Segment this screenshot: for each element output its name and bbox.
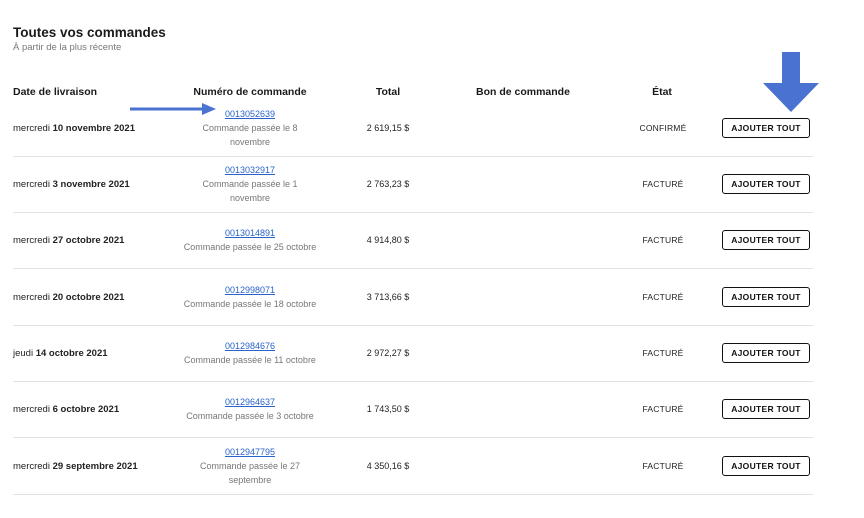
delivery-date: mercredi 3 novembre 2021 <box>13 156 130 212</box>
order-placed-text: Commande passée le 3 octobre <box>186 411 314 421</box>
order-total: 4 914,80 $ <box>366 235 410 245</box>
delivery-date-value: 10 novembre 2021 <box>52 122 135 134</box>
column-header-state: État <box>652 86 672 98</box>
order-number-cell: 0013032917 Commande passée le 1 novembre <box>170 156 330 212</box>
delivery-date-value: 3 novembre 2021 <box>52 178 130 190</box>
order-number-link[interactable]: 0013052639 <box>225 107 275 121</box>
order-state: FACTURÉ <box>642 235 684 245</box>
add-all-button[interactable]: AJOUTER TOUT <box>722 399 810 419</box>
order-placed-text-cont: septembre <box>228 475 272 485</box>
order-placed-text: Commande passée le 11 octobre <box>184 355 316 365</box>
order-state: FACTURÉ <box>642 179 684 189</box>
order-state: FACTURÉ <box>642 404 684 414</box>
column-header-total: Total <box>375 86 401 98</box>
table-row: mercredi 20 octobre 2021 0012998071 Comman… <box>13 269 813 326</box>
order-number-link[interactable]: 0012984676 <box>225 339 275 353</box>
delivery-date-value: 6 octobre 2021 <box>52 403 120 415</box>
add-all-button[interactable]: AJOUTER TOUT <box>722 230 810 250</box>
order-placed-text: Commande passée le 25 octobre <box>183 242 317 252</box>
order-number-cell: 0012998071 Commande passée le 18 octobre <box>170 269 330 325</box>
order-number-link[interactable]: 0012998071 <box>225 283 275 297</box>
delivery-date: jeudi 14 octobre 2021 <box>13 325 108 381</box>
delivery-day: mercredi <box>13 403 50 415</box>
order-number-link[interactable]: 0013014891 <box>225 226 275 240</box>
page-title: Toutes vos commandes <box>13 25 166 40</box>
order-number-cell: 0012964637 Commande passée le 3 octobre <box>170 381 330 437</box>
delivery-date: mercredi 20 octobre 2021 <box>13 269 124 325</box>
add-all-button[interactable]: AJOUTER TOUT <box>722 118 810 138</box>
delivery-date-value: 27 octobre 2021 <box>52 234 125 246</box>
column-header-date: Date de livraison <box>13 86 98 98</box>
column-header-number: Numéro de commande <box>193 86 307 98</box>
page-subtitle: À partir de la plus récente <box>13 42 122 53</box>
delivery-day: mercredi <box>13 122 50 134</box>
order-number-link[interactable]: 0012964637 <box>225 395 275 409</box>
order-number-link[interactable]: 0012947795 <box>225 445 275 459</box>
order-placed-text-cont: novembre <box>229 193 271 203</box>
add-all-button[interactable]: AJOUTER TOUT <box>722 287 810 307</box>
add-all-button[interactable]: AJOUTER TOUT <box>722 343 810 363</box>
order-total: 4 350,16 $ <box>366 461 410 471</box>
delivery-day: mercredi <box>13 460 50 472</box>
delivery-day: mercredi <box>13 291 50 303</box>
order-placed-text-cont: novembre <box>229 137 271 147</box>
order-number-cell: 0013014891 Commande passée le 25 octobre <box>170 212 330 268</box>
order-placed-text: Commande passée le 27 <box>199 461 301 471</box>
order-total: 2 619,15 $ <box>366 123 410 133</box>
add-all-button[interactable]: AJOUTER TOUT <box>722 456 810 476</box>
table-row: jeudi 14 octobre 2021 0012984676 Commande … <box>13 325 813 382</box>
order-placed-text: Commande passée le 8 <box>202 123 298 133</box>
table-row: mercredi 6 octobre 2021 0012964637 Command… <box>13 381 813 438</box>
order-number-link[interactable]: 0013032917 <box>225 163 275 177</box>
delivery-date: mercredi 29 septembre 2021 <box>13 438 138 494</box>
delivery-day: jeudi <box>13 347 34 359</box>
order-number-cell: 0012984676 Commande passée le 11 octobre <box>170 325 330 381</box>
column-header-po: Bon de commande <box>476 86 570 98</box>
order-placed-text: Commande passée le 1 <box>202 179 298 189</box>
order-total: 2 763,23 $ <box>366 179 410 189</box>
arrow-right-icon <box>130 103 216 115</box>
order-total: 1 743,50 $ <box>366 404 410 414</box>
delivery-date-value: 14 octobre 2021 <box>35 347 108 359</box>
table-row: mercredi 3 novembre 2021 0013032917 Comman… <box>13 156 813 213</box>
delivery-day: mercredi <box>13 178 50 190</box>
order-state: FACTURÉ <box>642 292 684 302</box>
table-row: mercredi 29 septembre 2021 0012947795 Comm… <box>13 438 813 495</box>
table-row: mercredi 27 octobre 2021 0013014891 Comman… <box>13 212 813 269</box>
delivery-date: mercredi 6 octobre 2021 <box>13 381 119 437</box>
delivery-date: mercredi 27 octobre 2021 <box>13 212 124 268</box>
delivery-day: mercredi <box>13 234 50 246</box>
order-state: FACTURÉ <box>642 461 684 471</box>
delivery-date-value: 29 septembre 2021 <box>52 460 138 472</box>
order-state: CONFIRMÉ <box>639 123 687 133</box>
delivery-date-value: 20 octobre 2021 <box>52 291 125 303</box>
order-total: 2 972,27 $ <box>366 348 410 358</box>
order-state: FACTURÉ <box>642 348 684 358</box>
delivery-date: mercredi 10 novembre 2021 <box>13 100 135 156</box>
arrow-down-icon <box>763 52 819 112</box>
add-all-button[interactable]: AJOUTER TOUT <box>722 174 810 194</box>
order-number-cell: 0012947795 Commande passée le 27 septembre <box>170 438 330 494</box>
order-total: 3 713,66 $ <box>366 292 410 302</box>
order-placed-text: Commande passée le 18 octobre <box>183 299 317 309</box>
